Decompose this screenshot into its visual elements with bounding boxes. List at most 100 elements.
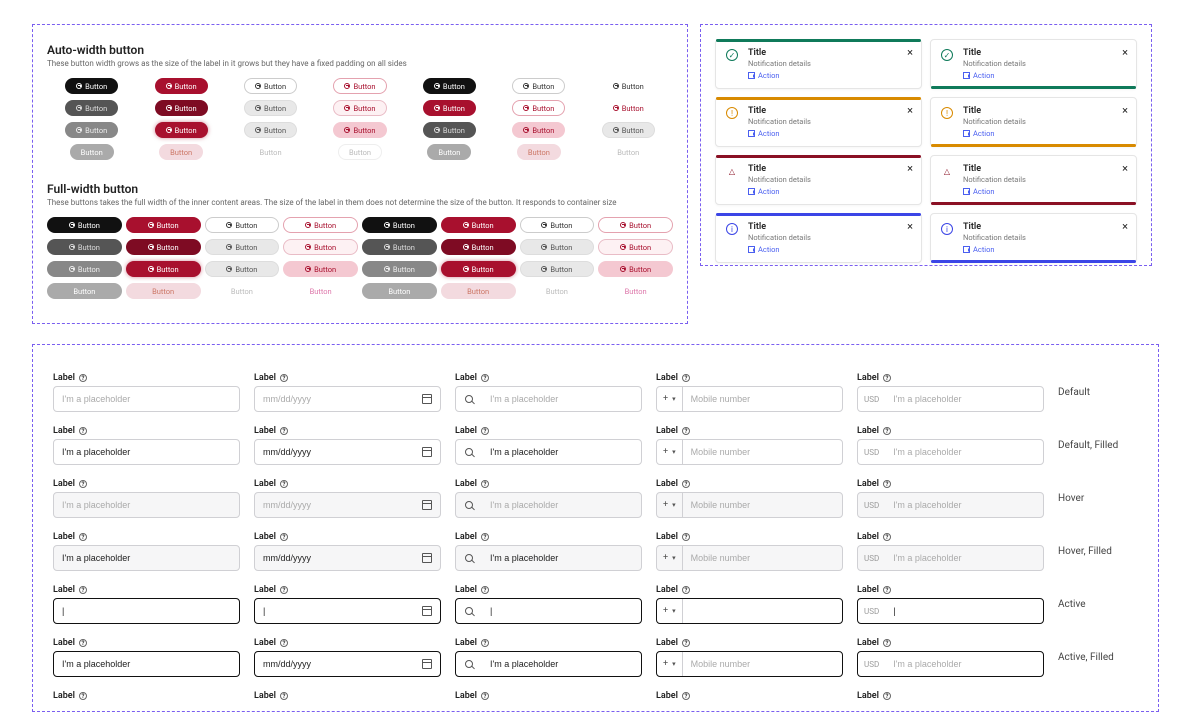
help-icon[interactable]: ?	[79, 480, 87, 488]
button-danger-hover[interactable]: Button	[155, 100, 208, 116]
help-icon[interactable]: ?	[682, 586, 690, 594]
close-icon[interactable]: ×	[1122, 104, 1128, 117]
help-icon[interactable]: ?	[883, 374, 891, 382]
button-danger-hover[interactable]: Button	[441, 239, 516, 255]
button-danger-outline[interactable]: Button	[333, 78, 386, 94]
help-icon[interactable]: ?	[481, 374, 489, 382]
button-danger[interactable]: Button	[155, 78, 208, 94]
date-input[interactable]	[254, 598, 441, 624]
button-outline-active[interactable]: Button	[205, 261, 280, 277]
phone-input[interactable]: +▾	[656, 651, 843, 677]
button-danger-soft[interactable]: Button	[598, 261, 673, 277]
button-active[interactable]: Button	[65, 122, 118, 138]
help-icon[interactable]: ?	[79, 427, 87, 435]
notification-action[interactable]: Action	[963, 245, 1126, 254]
notification-action[interactable]: Action	[963, 187, 1126, 196]
calendar-icon[interactable]	[414, 387, 440, 411]
help-icon[interactable]: ?	[481, 639, 489, 647]
dial-code-select[interactable]: +▾	[657, 652, 683, 676]
button-outline[interactable]: Button	[205, 217, 280, 233]
phone-input[interactable]: +▾	[656, 492, 843, 518]
button-danger-active[interactable]: Button	[126, 261, 201, 277]
calendar-icon[interactable]	[414, 493, 440, 517]
dial-code-select[interactable]: +▾	[657, 493, 683, 517]
button-primary[interactable]: Button	[47, 217, 122, 233]
help-icon[interactable]: ?	[79, 374, 87, 382]
button-danger-outline[interactable]: Button	[512, 100, 565, 116]
button-hover[interactable]: Button	[65, 100, 118, 116]
help-icon[interactable]: ?	[481, 480, 489, 488]
search-input[interactable]	[455, 598, 642, 624]
calendar-icon[interactable]	[414, 652, 440, 676]
search-input[interactable]	[455, 386, 642, 412]
help-icon[interactable]: ?	[280, 692, 288, 700]
button-danger-outline-hover[interactable]: Button	[598, 239, 673, 255]
button-primary[interactable]: Button	[65, 78, 118, 94]
date-input[interactable]	[254, 651, 441, 677]
help-icon[interactable]: ?	[481, 586, 489, 594]
button-primary[interactable]: Button	[423, 78, 476, 94]
help-icon[interactable]: ?	[79, 692, 87, 700]
help-icon[interactable]: ?	[481, 427, 489, 435]
search-input[interactable]	[455, 492, 642, 518]
date-input[interactable]	[254, 492, 441, 518]
dial-code-select[interactable]: +▾	[657, 387, 683, 411]
calendar-icon[interactable]	[414, 440, 440, 464]
notification-action[interactable]: Action	[748, 187, 911, 196]
close-icon[interactable]: ×	[907, 162, 913, 175]
button-primary[interactable]: Button	[362, 217, 437, 233]
text-input[interactable]	[53, 545, 240, 571]
notification-action[interactable]: Action	[748, 129, 911, 138]
notification-action[interactable]: Action	[748, 245, 911, 254]
help-icon[interactable]: ?	[682, 692, 690, 700]
help-icon[interactable]: ?	[280, 586, 288, 594]
search-input[interactable]	[455, 545, 642, 571]
button-danger[interactable]: Button	[423, 100, 476, 116]
search-input[interactable]	[455, 439, 642, 465]
notification-action[interactable]: Action	[963, 129, 1126, 138]
help-icon[interactable]: ?	[280, 427, 288, 435]
help-icon[interactable]: ?	[883, 427, 891, 435]
currency-input[interactable]: USD	[857, 651, 1044, 677]
dial-code-select[interactable]: +▾	[657, 599, 683, 623]
button-outline[interactable]: Button	[520, 217, 595, 233]
text-input[interactable]	[53, 651, 240, 677]
help-icon[interactable]: ?	[280, 639, 288, 647]
text-input[interactable]	[53, 598, 240, 624]
text-input[interactable]	[53, 439, 240, 465]
calendar-icon[interactable]	[414, 546, 440, 570]
help-icon[interactable]: ?	[280, 374, 288, 382]
help-icon[interactable]: ?	[883, 480, 891, 488]
help-icon[interactable]: ?	[883, 586, 891, 594]
phone-input[interactable]: +▾	[656, 386, 843, 412]
help-icon[interactable]: ?	[682, 480, 690, 488]
button-danger-outline[interactable]: Button	[598, 217, 673, 233]
help-icon[interactable]: ?	[682, 374, 690, 382]
button-danger-hover[interactable]: Button	[126, 239, 201, 255]
button-text[interactable]: Button	[603, 78, 654, 94]
button-danger-soft[interactable]: Button	[333, 122, 386, 138]
close-icon[interactable]: ×	[1122, 46, 1128, 59]
button-outline[interactable]: Button	[512, 78, 565, 94]
currency-input[interactable]: USD	[857, 386, 1044, 412]
help-icon[interactable]: ?	[682, 427, 690, 435]
calendar-icon[interactable]	[414, 599, 440, 623]
search-input[interactable]	[455, 651, 642, 677]
text-input[interactable]	[53, 386, 240, 412]
button-danger-soft[interactable]: Button	[512, 122, 565, 138]
dial-code-select[interactable]: +▾	[657, 546, 683, 570]
button-outline-hover[interactable]: Button	[520, 239, 595, 255]
button-danger-outline-hover[interactable]: Button	[333, 100, 386, 116]
button-outline-hover[interactable]: Button	[205, 239, 280, 255]
button-danger[interactable]: Button	[441, 217, 516, 233]
date-input[interactable]	[254, 386, 441, 412]
button-hover[interactable]: Button	[362, 239, 437, 255]
help-icon[interactable]: ?	[682, 639, 690, 647]
button-danger[interactable]: Button	[126, 217, 201, 233]
date-input[interactable]	[254, 439, 441, 465]
button-active[interactable]: Button	[362, 261, 437, 277]
currency-input[interactable]: USD	[857, 492, 1044, 518]
help-icon[interactable]: ?	[79, 639, 87, 647]
notification-action[interactable]: Action	[963, 71, 1126, 80]
help-icon[interactable]: ?	[481, 533, 489, 541]
